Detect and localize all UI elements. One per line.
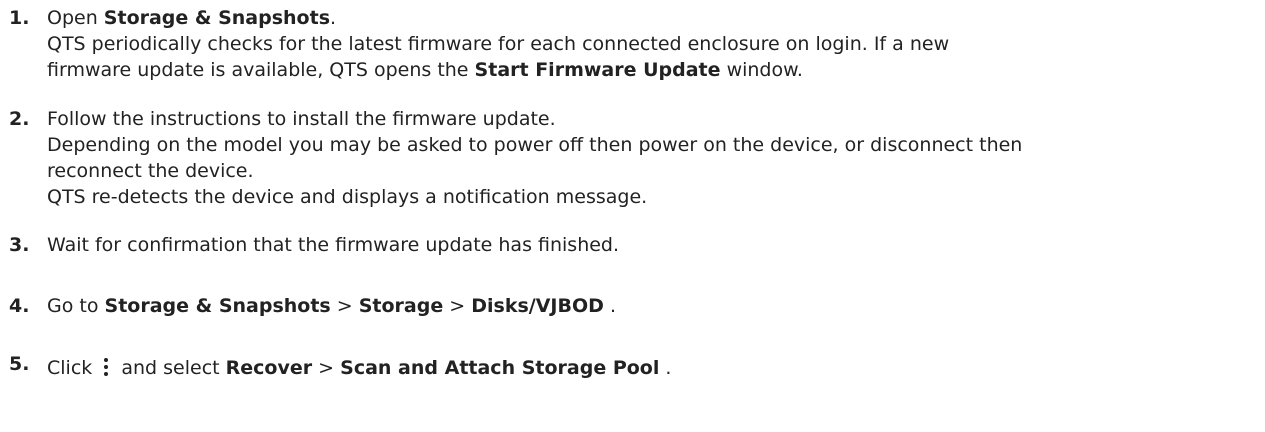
step-number: 2. bbox=[9, 108, 30, 130]
text: firmware update is available, QTS opens … bbox=[47, 59, 475, 81]
ui-term: Storage & Snapshots bbox=[104, 295, 331, 317]
separator: > bbox=[443, 295, 472, 317]
ui-term: Storage & Snapshots bbox=[103, 7, 331, 29]
step-note: QTS re-detects the device and displays a… bbox=[47, 186, 648, 208]
ui-term: Scan and Attach Storage Pool bbox=[340, 357, 660, 379]
kebab-menu-icon bbox=[102, 358, 111, 376]
step-body: Click and select Recover > Scan and Atta… bbox=[47, 355, 1237, 381]
step-instruction: Wait for confirmation that the firmware … bbox=[47, 234, 620, 256]
step-instruction: Open Storage & Snapshots. bbox=[47, 5, 1237, 31]
step-body: Wait for confirmation that the firmware … bbox=[47, 232, 1237, 258]
text: Click bbox=[47, 357, 99, 379]
text: Open bbox=[47, 7, 104, 29]
step-instruction: Follow the instructions to install the f… bbox=[47, 108, 556, 130]
step-number: 5. bbox=[9, 353, 30, 375]
text: . bbox=[330, 7, 337, 29]
text: window. bbox=[720, 59, 803, 81]
ui-term: Start Firmware Update bbox=[474, 59, 721, 81]
step-note: reconnect the device. bbox=[47, 160, 254, 182]
separator: > bbox=[312, 357, 341, 379]
text: and select bbox=[115, 357, 226, 379]
step-note: firmware update is available, QTS opens … bbox=[47, 57, 1237, 83]
text: Go to bbox=[47, 295, 105, 317]
ui-term: Recover bbox=[225, 357, 313, 379]
step-number: 3. bbox=[9, 234, 30, 256]
text: . bbox=[659, 357, 672, 379]
ui-term: Storage bbox=[358, 295, 444, 317]
step-note: QTS periodically checks for the latest f… bbox=[47, 33, 950, 55]
step-body: Open Storage & Snapshots. QTS periodical… bbox=[47, 5, 1237, 83]
step-body: Follow the instructions to install the f… bbox=[47, 106, 1237, 210]
step-body: Go to Storage & Snapshots > Storage > Di… bbox=[47, 293, 1237, 319]
text: . bbox=[603, 295, 616, 317]
step-note: Depending on the model you may be asked … bbox=[47, 134, 1023, 156]
step-instruction: Go to Storage & Snapshots > Storage > Di… bbox=[47, 293, 1237, 319]
separator: > bbox=[330, 295, 359, 317]
step-number: 1. bbox=[9, 7, 30, 29]
step-number: 4. bbox=[9, 295, 30, 317]
ui-term: Disks/VJBOD bbox=[471, 295, 604, 317]
step-instruction: Click and select Recover > Scan and Atta… bbox=[47, 355, 1237, 381]
